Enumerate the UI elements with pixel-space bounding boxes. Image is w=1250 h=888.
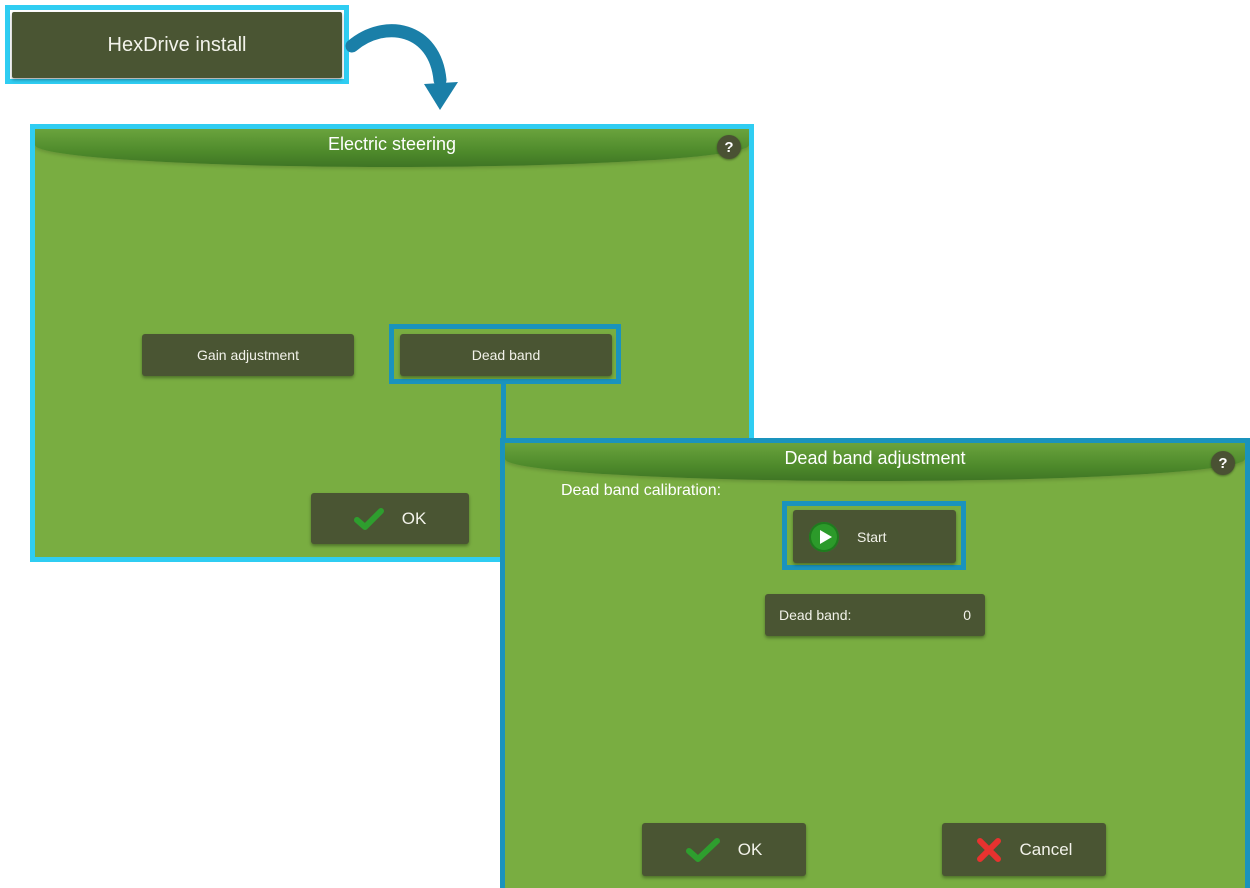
check-icon	[353, 507, 384, 530]
connector-line	[501, 384, 506, 440]
check-icon	[685, 837, 720, 862]
start-button[interactable]: Start	[793, 510, 956, 563]
play-icon	[809, 521, 839, 552]
dead-band-value: 0	[963, 607, 971, 623]
dialog-title: Electric steering	[327, 134, 457, 154]
dialog-titlebar: Electric steering	[35, 129, 749, 167]
dead-band-value-field: Dead band: 0	[765, 594, 985, 636]
cancel-label: Cancel	[1019, 839, 1073, 859]
help-icon[interactable]: ?	[717, 135, 741, 159]
dead-band-label: Dead band:	[779, 607, 852, 623]
ok-label: OK	[737, 839, 763, 859]
hexdrive-install-button[interactable]: HexDrive install	[12, 12, 342, 78]
dead-band-calibration-label: Dead band calibration:	[561, 482, 722, 499]
curved-arrow-icon	[345, 24, 458, 110]
cancel-button[interactable]: Cancel	[942, 823, 1106, 876]
help-icon[interactable]: ?	[1211, 451, 1235, 475]
close-icon	[976, 837, 1001, 862]
ok-label: OK	[401, 508, 427, 528]
start-label: Start	[857, 528, 887, 545]
deadband-ok-button[interactable]: OK	[642, 823, 806, 876]
dead-band-button[interactable]: Dead band	[400, 334, 612, 376]
gain-adjustment-button[interactable]: Gain adjustment	[142, 334, 354, 376]
steering-ok-button[interactable]: OK	[311, 493, 469, 544]
dialog-title: Dead band adjustment	[784, 448, 966, 468]
dialog-titlebar: Dead band adjustment	[505, 443, 1245, 481]
